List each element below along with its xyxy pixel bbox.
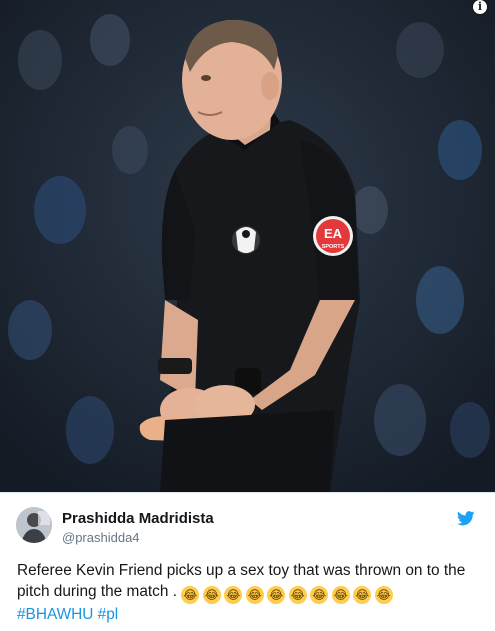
tweet-text: Referee Kevin Friend picks up a sex toy … [17,560,482,625]
author-name[interactable]: Prashidda Madridista [62,510,214,527]
laughing-tears-emoji-icon: 😂 [267,586,286,604]
avatar[interactable] [16,507,52,543]
hashtag-bhawhu[interactable]: #BHAWHU [17,606,93,623]
emoji-row: 😂 😂 😂 😂 😂 😂 😂 😂 😂 😂 [181,583,396,604]
ea-sports-badge: EA SPORTS [313,216,353,256]
laughing-tears-emoji-icon: 😂 [331,586,350,604]
author-handle[interactable]: @prashidda4 [62,530,140,545]
ea-badge-text: EA [324,226,343,241]
tweet-photo[interactable]: EA SPORTS i [0,0,495,492]
laughing-tears-emoji-icon: 😂 [245,586,264,604]
avatar-image [16,507,52,543]
laughing-tears-emoji-icon: 😂 [310,586,329,604]
laughing-tears-emoji-icon: 😂 [353,586,372,604]
laughing-tears-emoji-icon: 😂 [288,586,307,604]
referee-photo: EA SPORTS [0,0,495,492]
laughing-tears-emoji-icon: 😂 [202,586,221,604]
info-icon[interactable]: i [473,0,487,14]
laughing-tears-emoji-icon: 😂 [181,586,200,604]
laughing-tears-emoji-icon: 😂 [224,586,243,604]
laughing-tears-emoji-icon: 😂 [374,586,393,604]
twitter-bird-icon[interactable] [457,511,475,526]
sports-badge-text: SPORTS [322,244,345,250]
hashtag-pl[interactable]: #pl [98,606,119,623]
tweet-card[interactable]: Prashidda Madridista @prashidda4 Referee… [0,493,495,631]
